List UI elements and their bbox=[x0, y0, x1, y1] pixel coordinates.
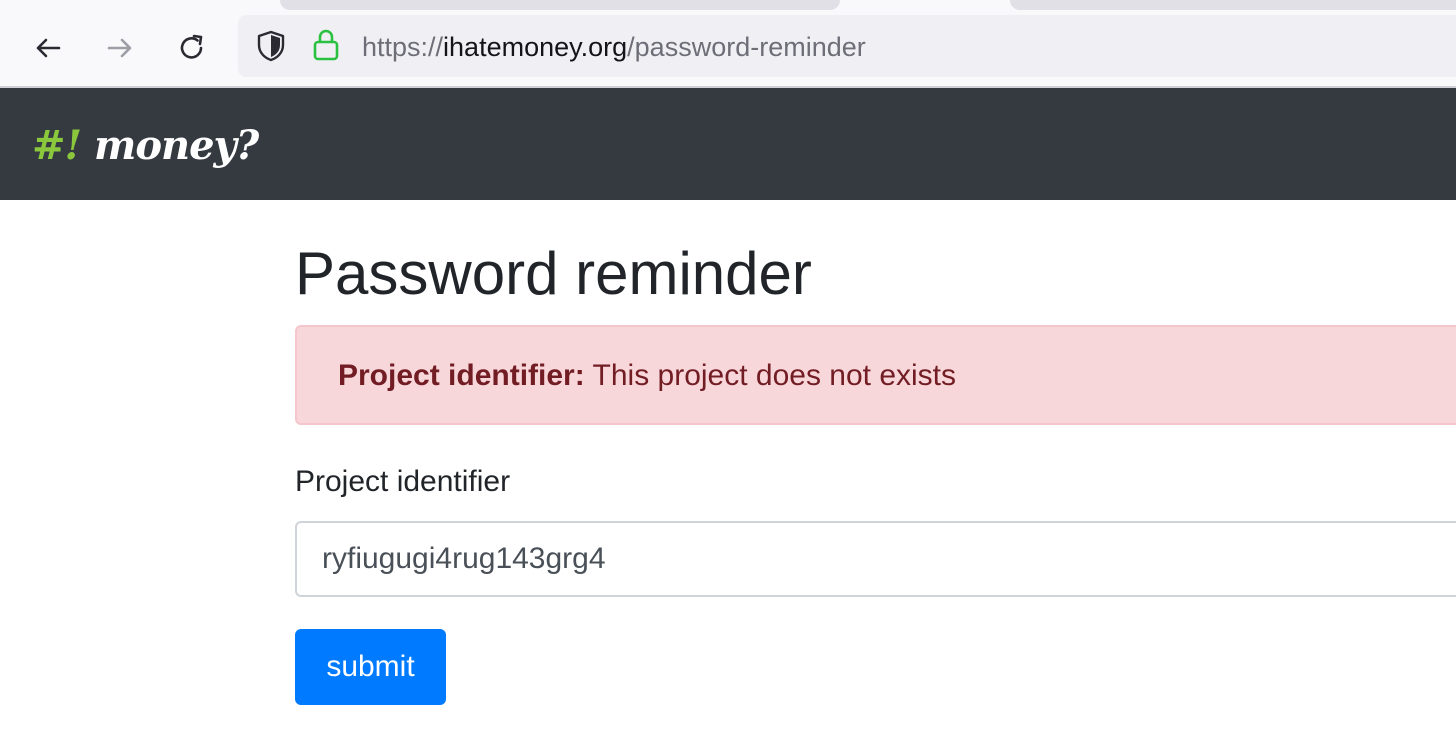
url-host: ihatemoney.org bbox=[443, 32, 628, 62]
back-button[interactable] bbox=[26, 26, 70, 70]
browser-toolbar: https://ihatemoney.org/password-reminder bbox=[0, 0, 1456, 88]
arrow-left-icon bbox=[36, 38, 61, 58]
alert-text: Project identifier: This project does no… bbox=[338, 358, 956, 394]
page-title: Password reminder bbox=[295, 240, 812, 307]
url-scheme: https:// bbox=[362, 32, 444, 62]
reload-button[interactable] bbox=[170, 26, 214, 70]
brand-hash: #! bbox=[32, 122, 82, 169]
url-path: /password-reminder bbox=[627, 32, 866, 62]
shield-icon[interactable] bbox=[256, 30, 286, 62]
url-text[interactable]: https://ihatemoney.org/password-reminder bbox=[362, 31, 866, 63]
project-identifier-input[interactable] bbox=[295, 521, 1456, 597]
brand-word: money? bbox=[94, 122, 259, 169]
browser-tab[interactable] bbox=[1010, 0, 1456, 10]
alert-message: This project does not exists bbox=[592, 359, 957, 392]
forward-button[interactable] bbox=[98, 26, 142, 70]
project-identifier-label: Project identifier bbox=[295, 465, 511, 498]
brand-logo[interactable]: #! money? bbox=[32, 120, 259, 172]
reload-icon bbox=[180, 34, 203, 59]
submit-button[interactable]: submit bbox=[295, 629, 446, 705]
alert-field-name: Project identifier: bbox=[338, 359, 585, 392]
arrow-right-icon bbox=[107, 38, 132, 58]
lock-icon[interactable] bbox=[312, 28, 340, 62]
browser-tab[interactable] bbox=[280, 0, 840, 10]
